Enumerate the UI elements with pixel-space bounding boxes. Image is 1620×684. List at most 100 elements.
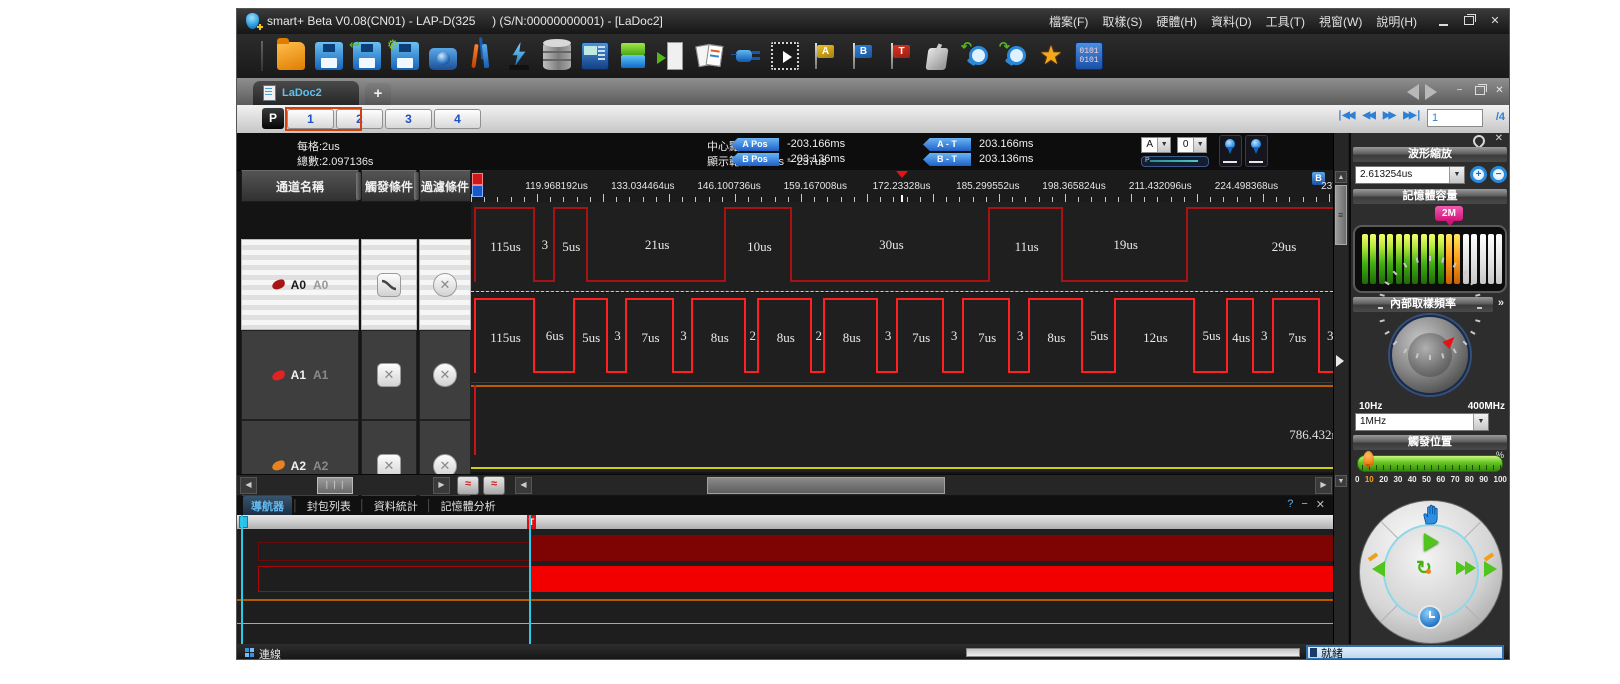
connector-icon[interactable]: [733, 42, 761, 70]
time-ruler[interactable]: B 119.968192us133.034464us146.100736us15…: [471, 170, 1333, 203]
goto-a-pin-button[interactable]: [1219, 135, 1242, 167]
settings-tools-icon[interactable]: [467, 42, 495, 70]
eraser-icon[interactable]: [925, 48, 948, 70]
video-icon[interactable]: [771, 42, 799, 70]
favorites-icon[interactable]: ★: [1037, 42, 1065, 70]
quick-sample-icon[interactable]: [505, 42, 533, 70]
column-resize-handle[interactable]: [356, 172, 361, 200]
zoom-in-button[interactable]: +: [1470, 166, 1487, 183]
a-cursor-pinned-icon[interactable]: [472, 173, 483, 185]
page-button-3[interactable]: 3: [385, 109, 432, 129]
a-pos-chip[interactable]: A Pos: [731, 138, 779, 151]
wave-right-scroll-arrow-icon[interactable]: ▶: [1315, 477, 1332, 494]
page-menu-button[interactable]: P: [262, 108, 284, 129]
help-button[interactable]: ?: [1287, 498, 1293, 511]
filter-none-button[interactable]: ✕: [433, 363, 457, 387]
first-page-icon[interactable]: ❘◀◀: [1336, 110, 1354, 121]
navigator-ruler[interactable]: T: [237, 515, 1333, 529]
trigger-edge-button[interactable]: [377, 273, 401, 297]
save-as-icon[interactable]: ⚙: [391, 42, 419, 70]
zoom-value-select[interactable]: 2.613254us ▼: [1355, 166, 1465, 184]
wave-hscroll-thumb[interactable]: [707, 477, 945, 494]
trigger-slider-pin[interactable]: [1363, 451, 1374, 467]
filter-condition-cell-a1[interactable]: ✕: [419, 330, 471, 420]
bottom-tab-1[interactable]: 封包列表: [299, 496, 359, 516]
clock-icon[interactable]: [1418, 605, 1442, 629]
memory-data-icon[interactable]: [543, 42, 571, 70]
doc-restore-button[interactable]: [1472, 83, 1487, 98]
probe-tool-icon[interactable]: ≈: [457, 476, 479, 495]
menu-item-4[interactable]: 工具(T): [1260, 11, 1311, 32]
compare-docs-icon[interactable]: [695, 42, 723, 70]
b-pos-chip[interactable]: B Pos: [731, 153, 779, 166]
bottom-tab-0[interactable]: 導航器: [243, 496, 292, 516]
save-file-icon[interactable]: [315, 42, 343, 70]
device-panel-icon[interactable]: [581, 42, 609, 70]
flag-a-icon[interactable]: A: [809, 42, 837, 70]
channel-name-cell-a0[interactable]: A0A0: [241, 239, 359, 330]
menu-item-3[interactable]: 資料(D): [1205, 11, 1258, 32]
save-back-icon[interactable]: ↩: [353, 42, 381, 70]
left-hscroll-thumb[interactable]: ❘❘❘: [317, 477, 353, 494]
b-cursor-pinned-icon[interactable]: [472, 185, 483, 197]
next-page-icon[interactable]: ▶▶: [1383, 110, 1394, 121]
filter-condition-cell-a0[interactable]: ✕: [419, 239, 471, 330]
close-button[interactable]: ✕: [1485, 12, 1505, 29]
trigger-condition-cell-a1[interactable]: ✕: [361, 330, 417, 420]
layout-icon[interactable]: [619, 42, 647, 70]
trigger-none-button[interactable]: ✕: [377, 363, 401, 387]
filter-none-button[interactable]: ✕: [433, 273, 457, 297]
add-tab-button[interactable]: +: [365, 83, 391, 105]
scroll-up-icon[interactable]: ▲: [1335, 171, 1347, 183]
nav-view-cursor-left[interactable]: [241, 515, 243, 644]
nav-view-cursor-right[interactable]: [529, 515, 531, 644]
open-file-icon[interactable]: [277, 42, 305, 70]
export-icon[interactable]: [657, 42, 685, 70]
vscroll-thumb[interactable]: [1335, 185, 1347, 245]
b-t-chip[interactable]: B - T: [923, 153, 971, 166]
menu-item-5[interactable]: 視窗(W): [1313, 11, 1368, 32]
index-select[interactable]: 0 ▼: [1177, 137, 1207, 153]
tab-scroll-left-icon[interactable]: [1399, 84, 1419, 100]
step-back-icon[interactable]: [1364, 561, 1385, 577]
menu-item-2[interactable]: 硬體(H): [1150, 11, 1203, 32]
navigation-wheel[interactable]: ↻: [1359, 500, 1503, 644]
panel-close-button[interactable]: ✕: [1316, 498, 1325, 511]
panel-minimize-button[interactable]: −: [1301, 498, 1307, 511]
screenshot-icon[interactable]: [429, 48, 457, 70]
hand-tool-icon[interactable]: [1418, 503, 1444, 527]
waveform-a1[interactable]: 115us6us5us37us38us28us28us37us37us38us5…: [471, 293, 1333, 383]
goto-b-pin-button[interactable]: [1245, 135, 1268, 167]
right-scroll-arrow-icon[interactable]: ▶: [433, 477, 450, 494]
panel-collapse-handle[interactable]: [1336, 355, 1350, 367]
restore-button[interactable]: [1459, 12, 1479, 29]
search-forward-icon[interactable]: ↷: [999, 42, 1027, 70]
menu-item-0[interactable]: 檔案(F): [1043, 11, 1094, 32]
step-forward-icon[interactable]: [1484, 561, 1505, 577]
waveform-a2[interactable]: 786.432ms: [471, 383, 1333, 472]
probe-tool2-icon[interactable]: ≈: [483, 476, 505, 495]
play-icon[interactable]: [1424, 533, 1448, 551]
trigger-position-slider[interactable]: [1357, 455, 1503, 472]
trigger-condition-cell-a0[interactable]: [361, 239, 417, 330]
page-number-input[interactable]: [1427, 109, 1483, 127]
tab-scroll-right-icon[interactable]: [1425, 84, 1445, 100]
last-page-icon[interactable]: ▶▶❘: [1403, 110, 1421, 121]
bottom-tab-3[interactable]: 記憶體分析: [433, 496, 504, 516]
header-trigger-condition[interactable]: 觸發條件: [361, 170, 417, 202]
left-scroll-arrow-icon[interactable]: ◀: [240, 477, 257, 494]
waveform-a0[interactable]: 115us35us21us10us30us11us19us29us: [471, 202, 1333, 292]
panel-close-icon[interactable]: ✕: [1495, 133, 1503, 144]
binary-view-icon[interactable]: 0101 0101: [1075, 42, 1103, 70]
header-filter-condition[interactable]: 過濾條件: [419, 170, 471, 202]
cursor-select[interactable]: A ▼: [1141, 137, 1171, 153]
column-resize-handle[interactable]: [414, 172, 419, 200]
flag-b-icon[interactable]: B: [847, 42, 875, 70]
flag-t-icon[interactable]: T: [885, 42, 913, 70]
minimize-button[interactable]: [1433, 12, 1453, 29]
bottom-tab-2[interactable]: 資料統計: [366, 496, 426, 516]
frequency-select[interactable]: 1MHz ▼: [1355, 413, 1489, 431]
prev-page-icon[interactable]: ◀◀: [1362, 110, 1373, 121]
menu-item-6[interactable]: 說明(H): [1370, 11, 1423, 32]
channel-name-cell-a1[interactable]: A1A1: [241, 330, 359, 420]
